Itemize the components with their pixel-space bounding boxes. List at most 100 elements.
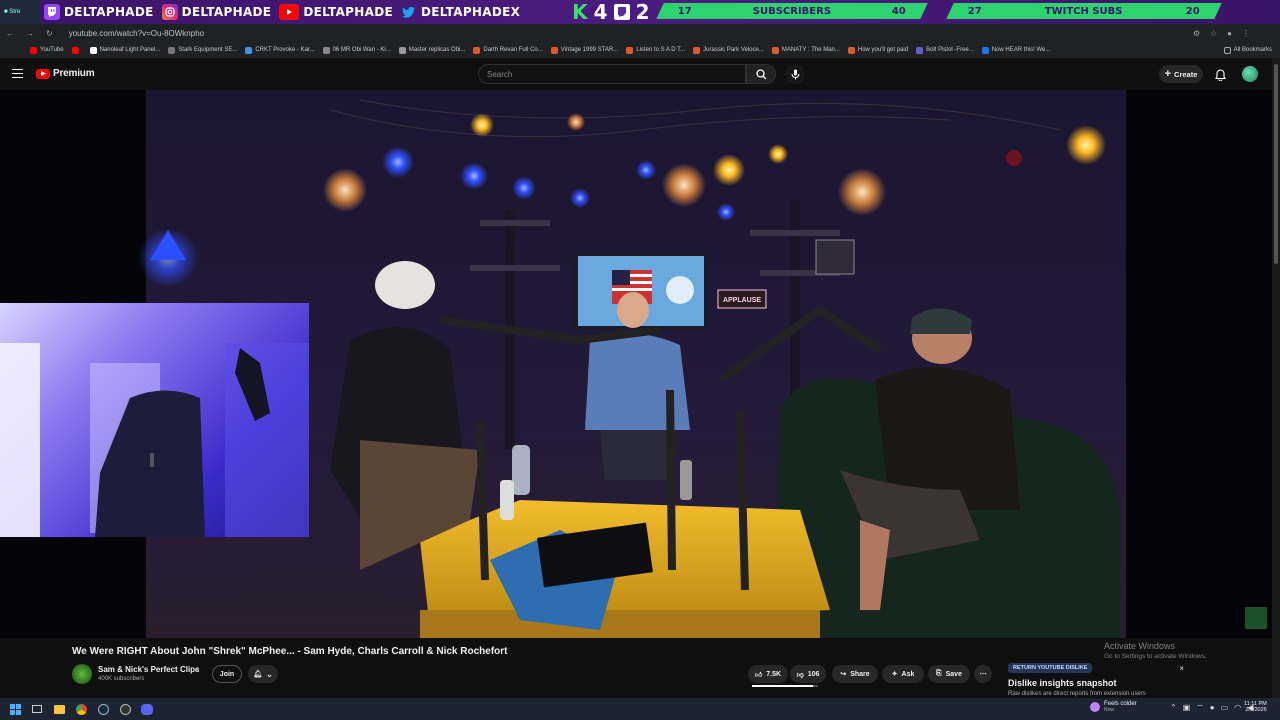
- network-icon[interactable]: ⌔: [1196, 703, 1204, 713]
- windows-taskbar: Feels colder Now ⌃ ▣ ⌔ ● ▭ ◠ ◀ 11:11 PM …: [0, 698, 1280, 720]
- bookmark-item[interactable]: Now HEAR this! We...: [981, 46, 1050, 54]
- twitch-icon: [44, 4, 60, 20]
- plus-icon: +: [1164, 68, 1172, 80]
- create-button[interactable]: + Create: [1159, 65, 1203, 83]
- join-label: Join: [219, 670, 235, 678]
- chevron-down-icon: ⌄: [266, 669, 273, 679]
- video-title: We Were RIGHT About John "Shrek" McPhee.…: [72, 646, 508, 657]
- k-number: 4: [593, 0, 608, 24]
- voice-search-button[interactable]: [785, 64, 805, 84]
- clock[interactable]: 11:11 PM 2/5/2026: [1244, 701, 1267, 713]
- more-horizontal-icon: ⋯: [979, 671, 987, 678]
- thumbs-up-icon: 👍︎: [754, 671, 763, 679]
- sub-number: 2: [635, 0, 650, 24]
- mic-tray-icon[interactable]: ●: [1210, 703, 1215, 713]
- social-twitter: DELTAPHADEX: [397, 0, 524, 24]
- bookmark-item[interactable]: YouTube: [30, 46, 64, 54]
- search-icon: [755, 68, 766, 79]
- instagram-handle: DELTAPHADE: [181, 5, 272, 19]
- clock-date: 2/5/2026: [1245, 707, 1267, 713]
- bookmark-item[interactable]: Jurassic Park Veloce...: [693, 46, 764, 54]
- bookmark-item[interactable]: How you'll get paid: [847, 46, 908, 54]
- reload-icon[interactable]: ↻: [46, 29, 53, 38]
- goal-current: 27: [968, 5, 982, 17]
- youtube-icon: [279, 4, 300, 20]
- bookmark-item[interactable]: Darth Revan Full Co...: [473, 46, 543, 54]
- forward-icon[interactable]: →: [26, 29, 34, 38]
- windows-start-icon[interactable]: [8, 702, 22, 716]
- subscribers-goal-bar: 17 SUBSCRIBERS 40: [656, 3, 928, 19]
- file-explorer-icon[interactable]: [52, 702, 66, 716]
- channel-avatar[interactable]: [72, 664, 92, 684]
- share-icon: ↪: [840, 671, 847, 678]
- sparkle-icon: ✦: [891, 671, 898, 678]
- save-playlist-icon: ⎘: [936, 670, 942, 677]
- browser-tab-stub[interactable]: ■ Stre: [0, 0, 40, 24]
- scrollbar-thumb[interactable]: [1274, 64, 1278, 264]
- chrome-icon[interactable]: [74, 702, 88, 716]
- obs-icon[interactable]: [118, 702, 132, 716]
- dislike-button[interactable]: 👎︎ 106: [790, 665, 826, 683]
- join-button[interactable]: Join: [212, 665, 242, 683]
- bookmark-star-icon[interactable]: ☆: [1210, 29, 1217, 38]
- bookmark-item[interactable]: Vintage 1999 STAR...: [550, 46, 618, 54]
- discord-icon[interactable]: [140, 702, 154, 716]
- save-button[interactable]: ⎘ Save: [928, 665, 970, 683]
- like-button[interactable]: 👍︎ 7.5K: [748, 665, 788, 683]
- search-button[interactable]: [746, 64, 776, 84]
- ryd-close-icon[interactable]: ×: [1179, 664, 1184, 673]
- extension-icon[interactable]: ⚙: [1193, 29, 1200, 38]
- youtube-logo[interactable]: Premium: [36, 68, 95, 79]
- applause-sign: APPLAUSE: [723, 297, 761, 304]
- page-scrollbar[interactable]: [1272, 58, 1280, 698]
- bookmark-item[interactable]: Listen to S A D T...: [626, 46, 685, 54]
- all-bookmarks[interactable]: All Bookmarks: [1223, 46, 1272, 54]
- wifi-icon[interactable]: ◠: [1234, 703, 1241, 713]
- avatar[interactable]: [1242, 66, 1258, 82]
- menu-kebab-icon[interactable]: ⋮: [1242, 29, 1250, 38]
- save-label: Save: [945, 670, 962, 678]
- notifications-bell-icon[interactable]: [1214, 68, 1227, 86]
- ryd-title: Dislike insights snapshot: [1008, 678, 1117, 688]
- streamer-webcam: [0, 303, 309, 537]
- more-actions-button[interactable]: ⋯: [974, 665, 992, 683]
- video-player[interactable]: APPLAUSE: [0, 90, 1272, 638]
- ask-button[interactable]: ✦ Ask: [882, 665, 924, 683]
- tray-chevron-icon[interactable]: ⌃: [1170, 703, 1177, 713]
- channel-name[interactable]: Sam & Nick's Perfect Clips: [98, 665, 200, 674]
- create-label: Create: [1174, 69, 1198, 79]
- bookmark-item[interactable]: Stark Equipment SE...: [168, 46, 237, 54]
- bookmark-item[interactable]: Master replicas Obi...: [398, 46, 465, 54]
- bell-icon: 🔔︎: [253, 671, 263, 678]
- profile-icon[interactable]: ●: [1227, 29, 1232, 38]
- steam-icon[interactable]: [96, 702, 110, 716]
- thumbs-down-icon: 👎︎: [796, 671, 804, 679]
- share-button[interactable]: ↪ Share: [832, 665, 878, 683]
- bookmark-item[interactable]: Bolt Pistol -Free...: [916, 46, 974, 54]
- social-instagram: DELTAPHADE: [158, 0, 276, 24]
- twitter-icon: [401, 4, 417, 20]
- social-youtube: DELTAPHADE: [275, 0, 397, 24]
- bookmarks-bar: YouTube Nanoleaf Light Panel... Stark Eq…: [0, 42, 1280, 58]
- bookmark-item[interactable]: CRKT Provoke - Kar...: [245, 46, 315, 54]
- url-bar[interactable]: youtube.com/watch?v=Ou-8OWknpho: [69, 29, 204, 38]
- kill-counter: K 4 2: [572, 0, 649, 24]
- bookmark-item[interactable]: MANATY : The Man...: [771, 46, 840, 54]
- search-input[interactable]: Search: [478, 64, 746, 84]
- share-label: Share: [850, 670, 870, 678]
- display-icon[interactable]: ▭: [1221, 703, 1229, 713]
- youtube-play-icon: [36, 68, 50, 79]
- weather-sub: Now: [1104, 707, 1115, 713]
- back-icon[interactable]: ←: [6, 29, 14, 38]
- bookmark-item[interactable]: [71, 46, 82, 54]
- goal-target: 20: [1186, 5, 1200, 17]
- weather-icon: [1090, 702, 1100, 712]
- weather-widget[interactable]: Feels colder Now: [1090, 701, 1137, 713]
- hamburger-menu-icon[interactable]: [12, 69, 23, 78]
- bookmark-item[interactable]: 06 MR Obi Wan - Ki...: [322, 46, 391, 54]
- tray-app-icon[interactable]: ▣: [1183, 703, 1191, 713]
- ryd-popup: RETURN YOUTUBE DISLIKE × Dislike insight…: [1004, 656, 1188, 698]
- subscribed-bell-button[interactable]: 🔔︎ ⌄: [248, 665, 278, 683]
- task-view-icon[interactable]: [30, 702, 44, 716]
- bookmark-item[interactable]: Nanoleaf Light Panel...: [89, 46, 160, 54]
